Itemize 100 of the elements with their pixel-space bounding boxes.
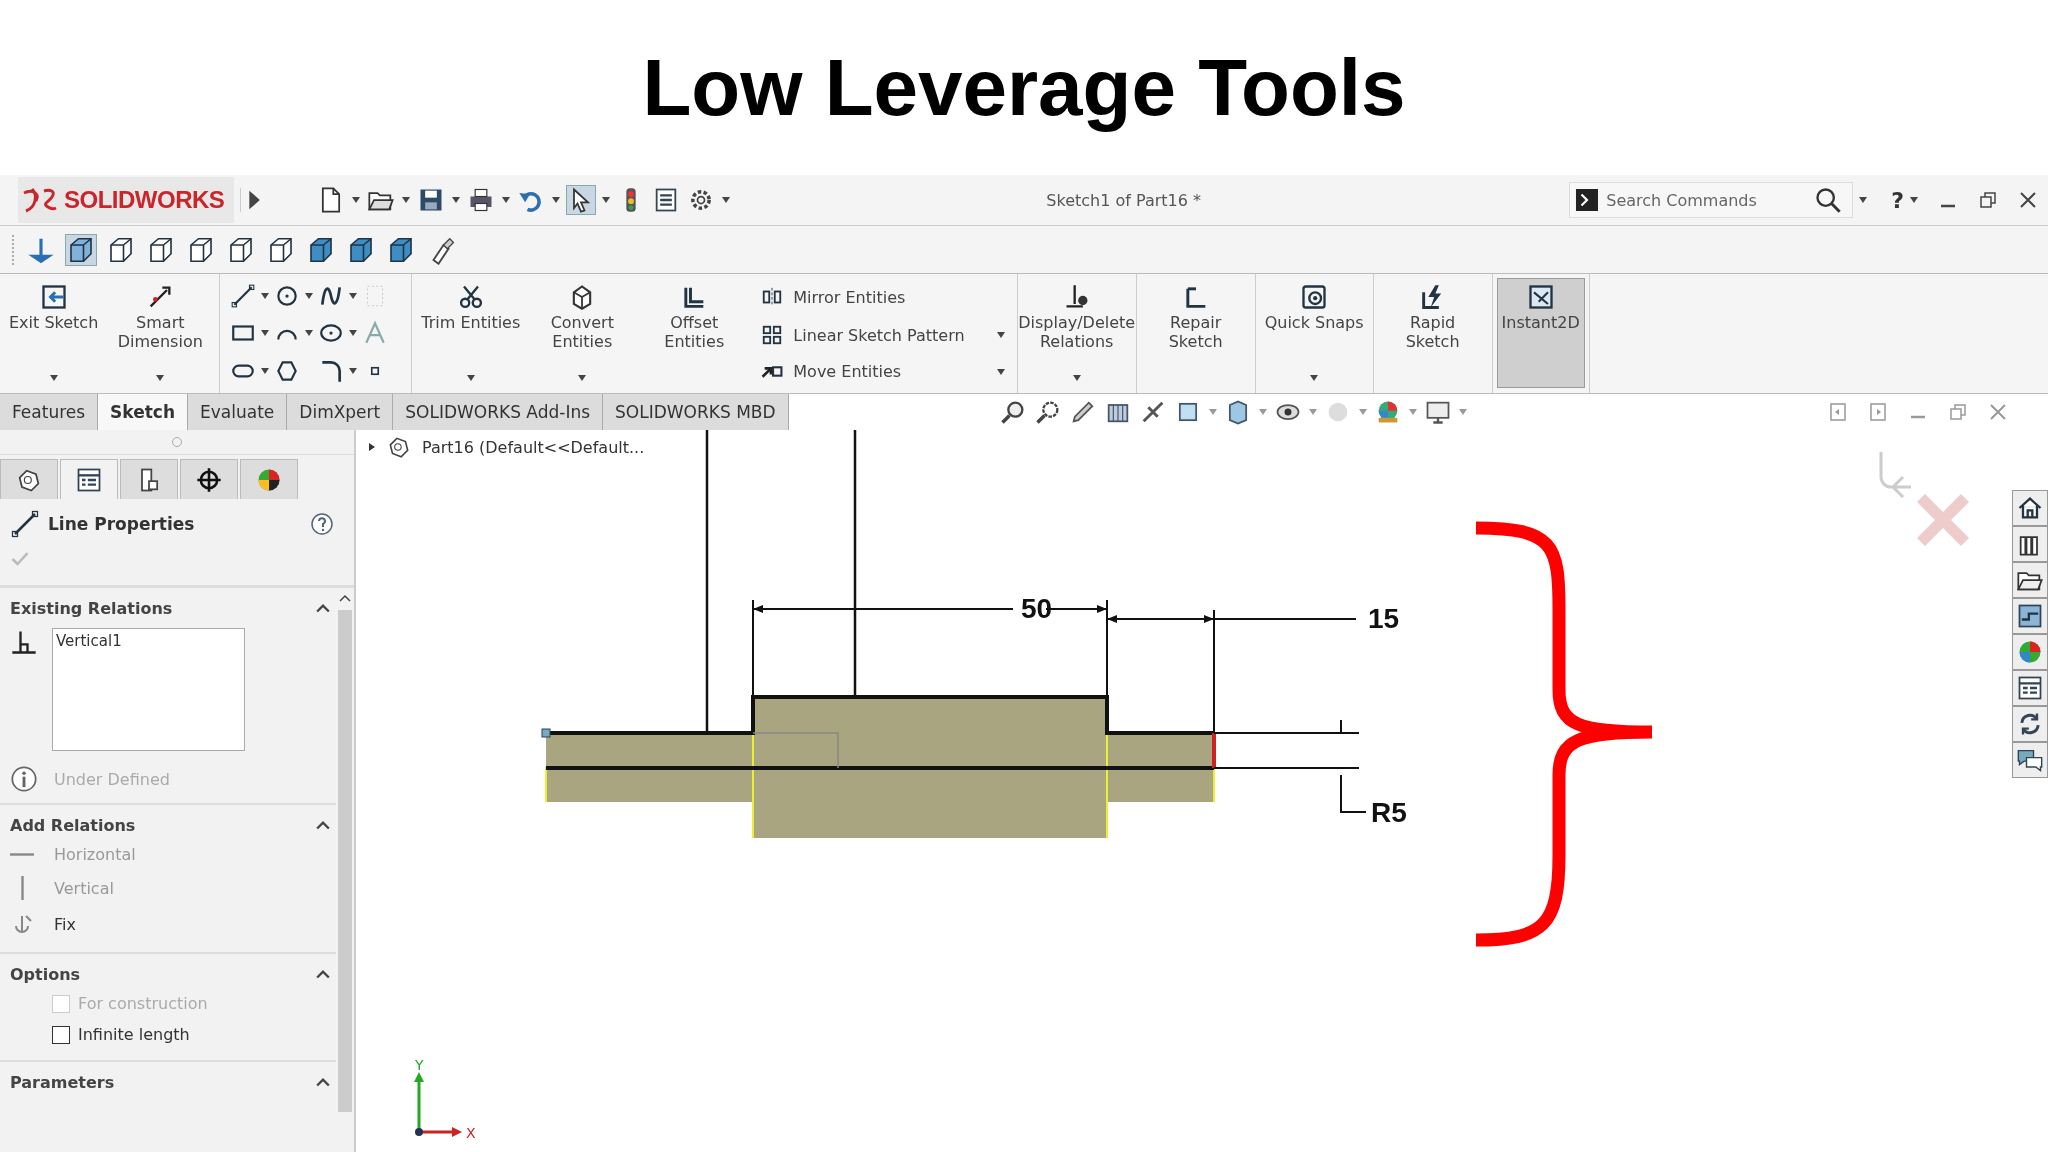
collapse-icon[interactable] [316,1077,330,1087]
line-tool-icon[interactable] [230,282,257,309]
ribbon-button[interactable]: Offset Entities [639,278,750,357]
caret-icon[interactable] [452,197,461,203]
caret-icon[interactable] [261,368,270,375]
solidworks-logo[interactable]: SOLIDWORKS [18,177,235,223]
dimension-value[interactable]: 50 [1021,593,1053,624]
pattern-icon [761,324,784,346]
tile-left-icon[interactable] [1828,402,1848,422]
tab[interactable]: DimXpert [287,394,394,430]
caret-icon[interactable] [349,368,358,375]
ribbon-button[interactable]: Smart Dimension [105,278,216,357]
caret-icon[interactable] [996,332,1005,338]
relation-item[interactable]: Vertical1 [56,632,241,650]
search-input[interactable]: Search Commands [1604,189,1809,211]
scrollbar-thumb[interactable] [338,610,352,1112]
caret-icon[interactable] [305,292,314,299]
panel-tab[interactable] [120,459,178,499]
collapse-icon[interactable] [316,820,330,830]
tab[interactable]: SOLIDWORKS Add-Ins [393,394,604,430]
ribbon-button[interactable]: Rapid Sketch [1377,278,1488,357]
caret-icon[interactable] [402,197,411,203]
caret-icon[interactable] [349,292,358,299]
panel-tab[interactable] [0,459,58,499]
section-heading: Parameters [10,1072,115,1092]
restore-icon[interactable] [1978,190,1998,210]
task-pane-tab[interactable] [2012,526,2048,562]
quick-snaps-icon [1300,283,1329,311]
ribbon-button[interactable]: Trim Entities [416,278,526,338]
tab[interactable]: SOLIDWORKS MBD [603,394,789,430]
dimension-value[interactable]: R5 [1371,797,1407,828]
flyout-arrow-icon[interactable] [240,188,262,212]
tab[interactable]: Sketch [98,394,189,430]
section-heading: Add Relations [10,815,136,835]
option-label: For construction [78,994,208,1013]
axis-label: Y [415,1057,424,1073]
instant2d-icon [1526,283,1555,311]
panel-tab[interactable] [240,459,298,499]
caret-icon[interactable] [602,197,611,203]
collapse-icon[interactable] [316,603,330,613]
checkbox[interactable] [52,1025,70,1044]
dimension-value[interactable]: 15 [1368,603,1400,634]
vertical-line-icon [19,876,25,900]
ribbon-button[interactable]: Repair Sketch [1140,278,1251,357]
option-label: Infinite length [78,1025,190,1044]
task-pane-tab[interactable] [2012,706,2048,742]
scroll-up-icon[interactable] [339,594,351,602]
caret-icon[interactable] [578,375,587,381]
help-icon[interactable] [310,512,334,536]
caret-icon[interactable] [1910,197,1918,203]
caret-icon[interactable] [466,375,475,381]
ribbon-button[interactable]: Convert Entities [527,278,638,357]
task-pane-tab[interactable] [2012,598,2048,634]
crosshair-icon [195,465,223,494]
caret-icon[interactable] [552,197,561,203]
task-pane-tab[interactable] [2012,562,2048,598]
ribbon-list-button[interactable]: Move Entities [759,360,904,383]
ribbon-list-button[interactable]: Mirror Entities [759,284,908,310]
ribbon-button[interactable]: Quick Snaps [1259,278,1369,338]
ribbon-list-button[interactable]: Linear Sketch Pattern [759,322,967,348]
relations-list[interactable]: Vertical1 [52,628,245,751]
mirror-icon [761,286,784,308]
tab[interactable]: Evaluate [188,394,288,430]
caret-icon[interactable] [1310,375,1319,381]
cube-view-icon[interactable] [66,234,96,265]
caret-icon[interactable] [49,375,58,381]
panel-tab[interactable] [60,459,118,499]
tree-item[interactable]: Part16 (Default<<Default... [422,437,645,457]
caret-icon[interactable] [261,292,270,299]
checkmark-icon[interactable] [10,549,30,569]
collapse-icon[interactable] [316,969,330,979]
caret-icon[interactable] [261,330,270,337]
caret-icon[interactable] [502,197,511,203]
search-icon[interactable] [1814,186,1843,214]
help-button[interactable]: ? [1891,187,1904,213]
caret-icon[interactable] [996,368,1005,375]
caret-icon[interactable] [156,375,165,381]
tab[interactable]: Features [0,394,99,430]
ribbon-button[interactable]: Instant2D [1496,278,1585,388]
expand-arrow-icon[interactable] [368,442,376,452]
origin-axes-icon [414,1072,462,1137]
caret-icon[interactable] [722,197,731,203]
close-icon[interactable] [2018,190,2038,210]
task-pane-tab[interactable] [2012,670,2048,706]
caret-icon[interactable] [305,330,314,337]
tile-right-icon[interactable] [1868,402,1888,422]
task-pane-tab[interactable] [2012,742,2048,778]
panel-tab[interactable] [180,459,238,499]
relation-option[interactable]: Fix [10,906,336,942]
horizontal-line-icon [10,852,34,857]
caret-icon[interactable] [352,197,361,203]
ribbon-button[interactable]: Exit Sketch [4,278,104,338]
panel-title: Line Properties [48,514,196,534]
caret-icon[interactable] [1072,375,1081,381]
search-field[interactable]: Search Commands [1569,182,1854,218]
caret-icon[interactable] [1859,197,1868,203]
task-pane-tab[interactable] [2012,490,2048,526]
section-heading: Existing Relations [10,598,173,618]
caret-icon[interactable] [349,330,358,337]
custom-properties-icon [2016,674,2044,702]
